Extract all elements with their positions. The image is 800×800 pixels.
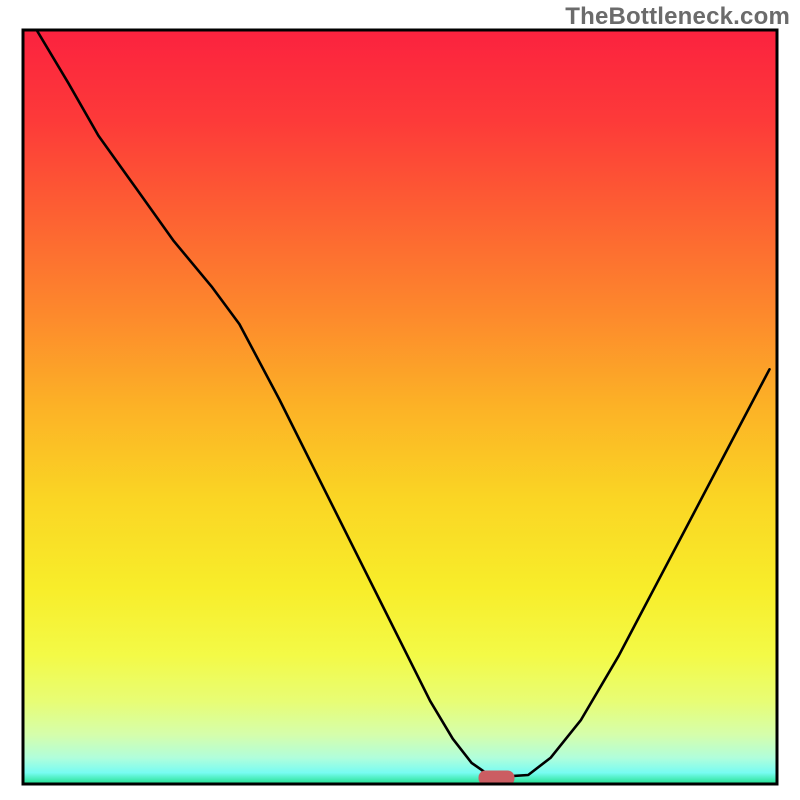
plot-area-group [23, 30, 777, 786]
bottleneck-plot [0, 0, 800, 800]
chart-container: TheBottleneck.com [0, 0, 800, 800]
gradient-background [23, 30, 777, 784]
